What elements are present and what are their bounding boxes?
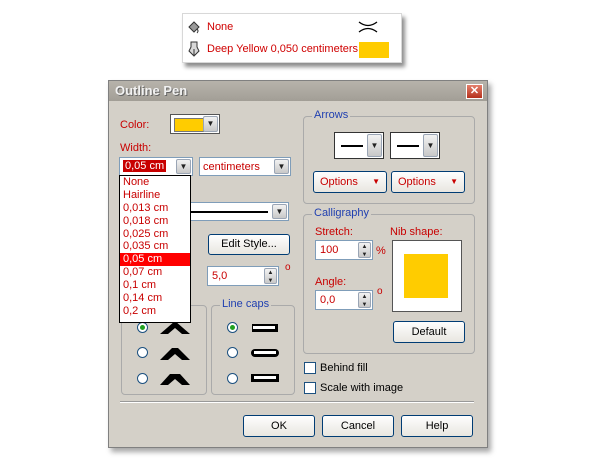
chevron-down-icon: ▼	[274, 159, 289, 174]
cap-round-radio[interactable]	[227, 347, 238, 358]
outline-none-label: None	[207, 21, 234, 33]
end-arrow-combo[interactable]: ▼	[390, 132, 440, 159]
color-label: Color:	[120, 119, 150, 131]
nib-shape-square	[404, 254, 448, 298]
angle-label: Angle:	[315, 276, 347, 288]
pen-nib-icon	[188, 41, 200, 57]
outline-current-label: Deep Yellow 0,050 centimeters	[207, 43, 359, 55]
width-combo[interactable]: 0,05 cm ▼	[119, 157, 193, 176]
chevron-down-icon: ▼	[203, 116, 218, 132]
miter-limit-spinner[interactable]: 5,0 ▲ ▼	[207, 266, 279, 286]
stretch-label: Stretch:	[315, 226, 353, 238]
width-option[interactable]: 0,013 cm	[120, 202, 190, 215]
ok-label: OK	[271, 420, 287, 432]
no-outline-x-icon	[358, 21, 378, 33]
units-combo[interactable]: centimeters ▼	[199, 157, 291, 176]
outline-color-swatch	[359, 42, 389, 58]
line-cap-icons	[251, 324, 279, 382]
round-corner-icon	[160, 348, 190, 360]
units-value: centimeters	[203, 161, 260, 173]
line-style-preview	[190, 211, 268, 213]
width-dropdown-list[interactable]: None Hairline 0,013 cm 0,018 cm 0,025 cm 0,03…	[119, 175, 191, 323]
corner-miter-radio[interactable]	[137, 322, 148, 333]
default-button[interactable]: Default	[393, 321, 465, 343]
cancel-button[interactable]: Cancel	[322, 415, 394, 437]
bevel-corner-icon	[160, 374, 190, 385]
cancel-label: Cancel	[340, 420, 376, 432]
help-label: Help	[425, 420, 449, 432]
color-swatch	[174, 118, 204, 132]
width-label: Width:	[120, 142, 152, 154]
angle-value: 0,0	[320, 294, 336, 306]
close-button[interactable]: ✕	[466, 84, 483, 99]
chevron-down-icon: ▼	[176, 159, 191, 174]
width-option[interactable]: 0,1 cm	[120, 279, 190, 292]
corner-round-radio[interactable]	[137, 347, 148, 358]
ok-button[interactable]: OK	[243, 415, 315, 437]
spin-arrows-icon[interactable]: ▲ ▼	[358, 292, 371, 308]
width-option[interactable]: 0,14 cm	[120, 292, 190, 305]
width-option[interactable]: None	[120, 176, 190, 189]
caret-down-icon: ▼	[450, 177, 458, 186]
line-caps-legend: Line caps	[220, 298, 272, 310]
dialog-title: Outline Pen	[115, 83, 188, 98]
chevron-down-icon: ▼	[272, 204, 287, 219]
line-style-combo[interactable]: ▼	[185, 202, 289, 221]
angle-degree-symbol: o	[377, 286, 383, 297]
width-value: 0,05 cm	[123, 160, 167, 172]
stretch-value: 100	[320, 244, 339, 256]
status-outline-panel: None Deep Yellow 0,050 centimeters	[182, 13, 402, 63]
miter-limit-value: 5,0	[212, 270, 228, 282]
arrow-options-right-button[interactable]: Options ▼	[391, 171, 465, 193]
bottom-separator	[120, 401, 474, 403]
width-option[interactable]: 0,035 cm	[120, 240, 190, 253]
arrow-options-left-button[interactable]: Options ▼	[313, 171, 387, 193]
outline-current-row: Deep Yellow 0,050 centimeters	[187, 40, 358, 58]
start-arrow-preview	[341, 145, 363, 147]
calligraphy-legend: Calligraphy	[312, 207, 372, 219]
width-option[interactable]: 0,018 cm	[120, 215, 190, 228]
nib-shape-label: Nib shape:	[390, 226, 443, 238]
width-option[interactable]: Hairline	[120, 189, 190, 202]
spin-arrows-icon[interactable]: ▲ ▼	[358, 242, 371, 258]
scale-with-image-checkbox[interactable]	[304, 382, 316, 394]
start-arrow-combo[interactable]: ▼	[334, 132, 384, 159]
corner-bevel-radio[interactable]	[137, 373, 148, 384]
cap-butt-radio[interactable]	[227, 322, 238, 333]
default-label: Default	[411, 326, 447, 338]
end-arrow-preview	[397, 145, 419, 147]
width-option[interactable]: 0,07 cm	[120, 266, 190, 279]
chevron-down-icon: ▼	[367, 134, 382, 157]
options-right-label: Options	[398, 176, 436, 188]
options-left-label: Options	[320, 176, 358, 188]
chevron-down-icon: ▼	[423, 134, 438, 157]
color-picker[interactable]: ▼	[170, 114, 220, 134]
stretch-spinner[interactable]: 100 ▲ ▼	[315, 240, 373, 260]
spin-arrows-icon[interactable]: ▲ ▼	[264, 268, 277, 284]
nib-shape-preview[interactable]	[392, 240, 462, 312]
fill-bucket-icon	[188, 21, 200, 34]
close-icon: ✕	[469, 85, 480, 97]
arrows-legend: Arrows	[312, 109, 351, 121]
edit-style-label: Edit Style...	[221, 238, 277, 250]
caret-down-icon: ▼	[372, 177, 380, 186]
scale-with-image-label: Scale with image	[320, 382, 404, 394]
behind-fill-checkbox[interactable]	[304, 362, 316, 374]
width-option[interactable]: 0,2 cm	[120, 305, 190, 318]
dialog-titlebar[interactable]: Outline Pen ✕	[109, 81, 487, 101]
degree-symbol: o	[285, 262, 291, 273]
cap-square-radio[interactable]	[227, 373, 238, 384]
angle-spinner[interactable]: 0,0 ▲ ▼	[315, 290, 373, 310]
behind-fill-label: Behind fill	[320, 362, 368, 374]
corner-style-icons	[160, 321, 190, 385]
outline-none-row: None	[187, 18, 233, 36]
help-button[interactable]: Help	[401, 415, 473, 437]
width-option[interactable]: 0,05 cm	[120, 253, 190, 267]
width-option[interactable]: 0,025 cm	[120, 228, 190, 241]
percent-symbol: %	[376, 245, 386, 257]
edit-style-button[interactable]: Edit Style...	[208, 234, 290, 255]
